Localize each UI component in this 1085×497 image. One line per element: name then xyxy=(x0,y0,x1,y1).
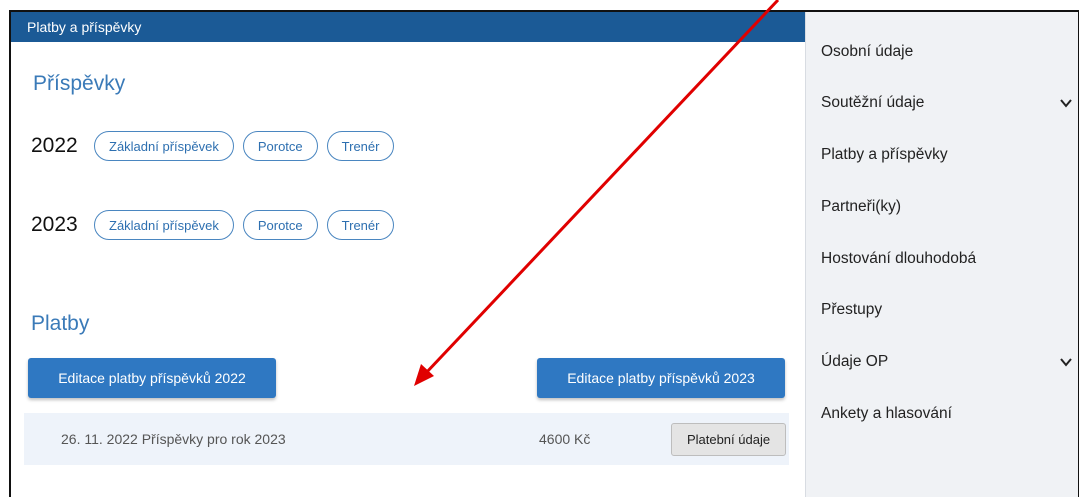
sidebar-item-label: Hostování dlouhodobá xyxy=(821,250,977,267)
chevron-down-icon[interactable] xyxy=(1059,355,1073,369)
sidebar-item-personal-data[interactable]: Osobní údaje xyxy=(821,41,1073,65)
pill-basic-contribution[interactable]: Základní příspěvek xyxy=(94,210,234,240)
year-label: 2022 xyxy=(31,134,78,157)
sidebar-item-label: Platby a příspěvky xyxy=(821,146,948,163)
main-panel: Platby a příspěvky Příspěvky 2022 Základ… xyxy=(11,12,805,497)
sidebar-nav: Osobní údaje Soutěžní údaje Platby a pří… xyxy=(805,12,1078,497)
sidebar-item-competition-data[interactable]: Soutěžní údaje xyxy=(821,92,1073,116)
pill-basic-contribution[interactable]: Základní příspěvek xyxy=(94,131,234,161)
edit-payment-2022-button[interactable]: Editace platby příspěvků 2022 xyxy=(28,358,276,398)
sidebar-item-id-data[interactable]: Údaje OP xyxy=(821,351,1073,375)
section-header: Platby a příspěvky xyxy=(11,12,805,42)
sidebar-item-label: Údaje OP xyxy=(821,353,889,370)
sidebar-item-label: Soutěžní údaje xyxy=(821,94,925,111)
sidebar-item-label: Přestupy xyxy=(821,301,883,318)
pill-judge[interactable]: Porotce xyxy=(242,210,318,240)
contributions-heading: Příspěvky xyxy=(33,72,126,95)
sidebar-item-transfers[interactable]: Přestupy xyxy=(821,299,1073,323)
sidebar-item-label: Ankety a hlasování xyxy=(821,405,952,422)
payments-heading: Platby xyxy=(31,312,90,335)
payment-details-button[interactable]: Platební údaje xyxy=(671,423,786,456)
sidebar-item-polls[interactable]: Ankety a hlasování xyxy=(821,403,1073,427)
payment-row: 26. 11. 2022 Příspěvky pro rok 2023 4600… xyxy=(24,413,789,465)
pill-coach[interactable]: Trenér xyxy=(326,131,395,161)
year-label: 2023 xyxy=(31,213,78,236)
year-row-2022: 2022 Základní příspěvek Porotce Trenér xyxy=(31,129,403,163)
edit-payment-2023-button[interactable]: Editace platby příspěvků 2023 xyxy=(537,358,785,398)
year-row-2023: 2023 Základní příspěvek Porotce Trenér xyxy=(31,208,403,242)
payment-amount: 4600 Kč xyxy=(539,431,591,447)
pill-judge[interactable]: Porotce xyxy=(242,131,318,161)
sidebar-item-partners[interactable]: Partneři(ky) xyxy=(821,196,1073,220)
chevron-down-icon[interactable] xyxy=(1059,96,1073,110)
sidebar-item-label: Osobní údaje xyxy=(821,43,914,60)
section-header-title: Platby a příspěvky xyxy=(27,19,142,35)
sidebar-item-payments[interactable]: Platby a příspěvky xyxy=(821,144,1073,168)
sidebar-item-label: Partneři(ky) xyxy=(821,198,902,215)
payment-date-description: 26. 11. 2022 Příspěvky pro rok 2023 xyxy=(61,431,286,447)
pill-coach[interactable]: Trenér xyxy=(326,210,395,240)
sidebar-item-long-term-loan[interactable]: Hostování dlouhodobá xyxy=(821,248,1073,272)
